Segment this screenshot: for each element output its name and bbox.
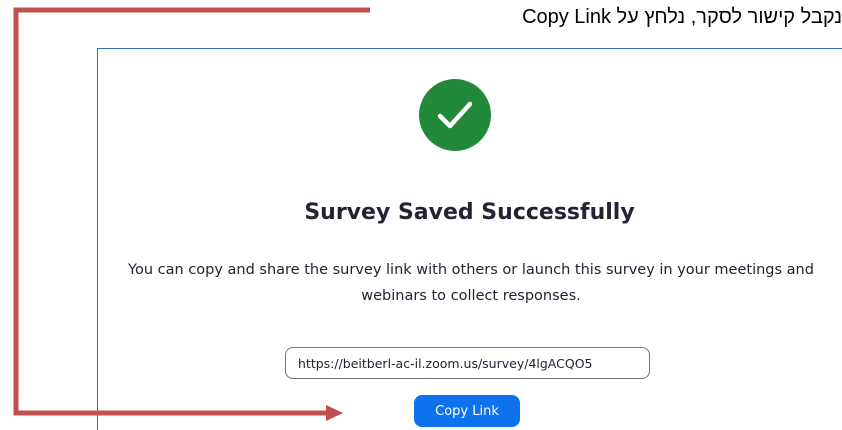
- instruction-caption: נקבל קישור לסקר, נלחץ על Copy Link: [522, 6, 842, 28]
- copy-link-button[interactable]: Copy Link: [414, 395, 520, 427]
- success-title: Survey Saved Successfully: [304, 200, 635, 225]
- success-description: You can copy and share the survey link w…: [128, 262, 814, 304]
- checkmark-circle-icon: [419, 79, 491, 151]
- checkmark-icon: [437, 101, 473, 129]
- survey-link-input[interactable]: [286, 348, 649, 378]
- survey-link-field[interactable]: [285, 347, 650, 379]
